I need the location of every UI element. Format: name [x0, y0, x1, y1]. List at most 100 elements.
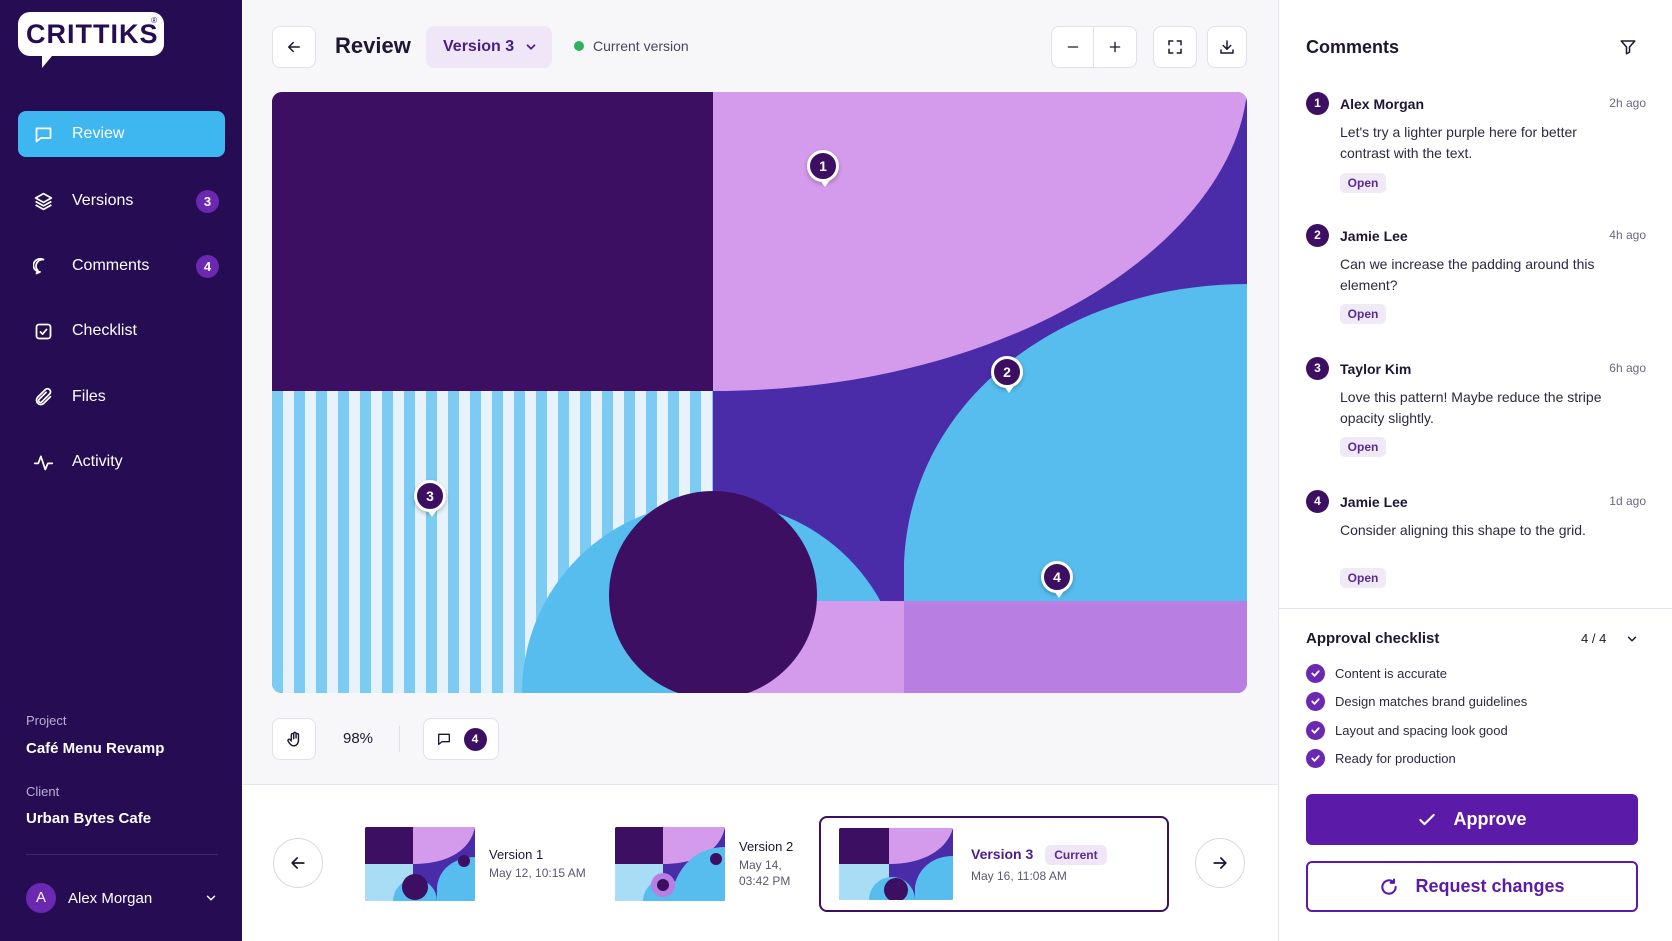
comment-time: 2h ago — [1609, 96, 1646, 110]
activity-pulse-icon — [33, 455, 54, 470]
version-status: Current version — [574, 38, 689, 54]
fullscreen-icon — [1168, 40, 1182, 54]
comment-number: 2 — [1306, 224, 1329, 247]
comment-text: Let's try a lighter purple here for bett… — [1340, 124, 1577, 161]
version-status-text: Current version — [593, 38, 689, 54]
design-canvas[interactable]: 1 2 3 4 — [272, 92, 1247, 693]
approve-label: Approve — [1453, 809, 1527, 829]
crittiks-logo[interactable]: CRITTIKS ® — [18, 12, 164, 68]
comment-status-badge[interactable]: Open — [1340, 304, 1386, 324]
checklist-item-label: Layout and spacing look good — [1335, 723, 1508, 738]
sidebar-item-label: Comments — [72, 257, 150, 274]
arrow-right-icon — [1213, 857, 1227, 869]
version-select-value: Version 3 — [443, 38, 515, 55]
toolbar-divider — [399, 726, 400, 752]
client-label: Client — [26, 784, 60, 799]
comment-text: Can we increase the padding around this … — [1340, 256, 1595, 293]
plus-icon — [1109, 41, 1121, 53]
comments-toggle-button[interactable]: 4 — [423, 718, 499, 760]
checked-icon — [1306, 749, 1325, 768]
checklist-item[interactable]: Ready for production — [1306, 749, 1456, 768]
sidebar-item-activity[interactable]: Activity — [18, 439, 225, 485]
comment-pin-2[interactable]: 2 — [991, 356, 1023, 393]
fullscreen-button[interactable] — [1153, 26, 1197, 68]
request-changes-button[interactable]: Request changes — [1306, 861, 1638, 912]
checklist-item[interactable]: Design matches brand guidelines — [1306, 692, 1527, 711]
comment-pin-3[interactable]: 3 — [414, 480, 446, 517]
comment-time: 4h ago — [1609, 228, 1646, 242]
comment-text: Love this pattern! Maybe reduce the stri… — [1340, 389, 1602, 426]
comment-author: Jamie Lee — [1340, 494, 1408, 510]
zoom-out-button[interactable] — [1052, 27, 1094, 67]
chevron-down-icon[interactable] — [1625, 632, 1639, 646]
version-date: May 16, 11:08 AM — [971, 868, 1067, 883]
version-select[interactable]: Version 3 — [426, 26, 552, 68]
sidebar-item-files[interactable]: Files — [18, 374, 225, 420]
current-version-tag: Current — [1045, 844, 1107, 865]
comment-status-badge[interactable]: Open — [1340, 173, 1386, 193]
checklist-item[interactable]: Layout and spacing look good — [1306, 721, 1508, 740]
project-label: Project — [26, 713, 67, 728]
sidebar-divider — [26, 854, 218, 855]
comment-author: Taylor Kim — [1340, 361, 1412, 377]
chevron-down-icon — [526, 44, 536, 50]
version-date: May 14, — [739, 858, 782, 872]
comment-status-badge[interactable]: Open — [1340, 568, 1386, 588]
sidebar-item-checklist[interactable]: Checklist — [18, 308, 225, 354]
checkbox-icon — [35, 323, 52, 339]
version-card-3[interactable]: Version 3 Current May 16, 11:08 AM — [819, 816, 1169, 912]
zoom-controls — [1051, 26, 1137, 68]
comment-number: 1 — [1306, 92, 1329, 115]
comment-text: Consider aligning this shape to the grid… — [1340, 522, 1586, 538]
prev-version-button[interactable] — [273, 838, 323, 888]
version-time: 03:42 PM — [739, 874, 791, 888]
comment-number: 3 — [1306, 357, 1329, 380]
comment-time: 6h ago — [1609, 361, 1646, 375]
checklist-title: Approval checklist — [1306, 630, 1440, 647]
versions-count-badge: 3 — [196, 190, 219, 213]
version-name: Version 3 — [971, 845, 1034, 862]
comment-author: Alex Morgan — [1340, 96, 1425, 112]
download-icon — [1220, 40, 1234, 54]
version-thumbnail — [839, 828, 953, 900]
back-button[interactable] — [272, 26, 316, 68]
checklist-item-label: Design matches brand guidelines — [1335, 694, 1528, 709]
paperclip-icon — [35, 387, 52, 405]
request-changes-label: Request changes — [1415, 876, 1565, 896]
comment-bubble-icon — [33, 257, 45, 274]
checklist-item[interactable]: Content is accurate — [1306, 664, 1447, 683]
check-icon — [1419, 813, 1436, 825]
download-button[interactable] — [1207, 26, 1247, 68]
minus-icon — [1067, 46, 1078, 48]
filter-icon[interactable] — [1619, 38, 1637, 56]
version-name: Version 1 — [489, 847, 544, 862]
comment-pin-1[interactable]: 1 — [807, 150, 839, 187]
sidebar-item-comments[interactable]: Comments 4 — [18, 243, 225, 289]
arrow-left-icon — [291, 857, 305, 869]
sidebar: CRITTIKS ® Review Versions 3 Comments 4 … — [0, 0, 242, 941]
comment-pin-4[interactable]: 4 — [1041, 561, 1073, 598]
next-version-button[interactable] — [1195, 838, 1245, 888]
comment-time: 1d ago — [1609, 494, 1646, 508]
sidebar-item-label: Review — [72, 125, 125, 142]
comment-count-badge: 4 — [463, 727, 487, 751]
version-date: May 12, 10:15 AM — [489, 866, 586, 880]
comment-status-badge[interactable]: Open — [1340, 437, 1386, 457]
user-menu[interactable]: A Alex Morgan — [26, 882, 218, 914]
comments-title: Comments — [1306, 37, 1400, 57]
sidebar-item-review[interactable]: Review — [18, 111, 225, 157]
version-card-2[interactable]: Version 2 May 14, 03:42 PM — [615, 816, 805, 912]
zoom-in-button[interactable] — [1094, 27, 1136, 67]
comment-square-icon — [437, 733, 450, 745]
sidebar-item-versions[interactable]: Versions 3 — [18, 178, 225, 224]
checklist-item-label: Ready for production — [1335, 751, 1456, 766]
checked-icon — [1306, 664, 1325, 683]
comments-panel: Comments 1 Alex Morgan 2h ago Let's try … — [1278, 0, 1672, 941]
version-thumbnail — [615, 827, 725, 901]
version-card-1[interactable]: Version 1 May 12, 10:15 AM — [365, 816, 595, 912]
hand-icon — [286, 731, 299, 747]
approve-button[interactable]: Approve — [1306, 794, 1638, 845]
pan-tool-button[interactable] — [272, 718, 316, 760]
comments-count-badge: 4 — [196, 255, 219, 278]
comment-author: Jamie Lee — [1340, 228, 1408, 244]
